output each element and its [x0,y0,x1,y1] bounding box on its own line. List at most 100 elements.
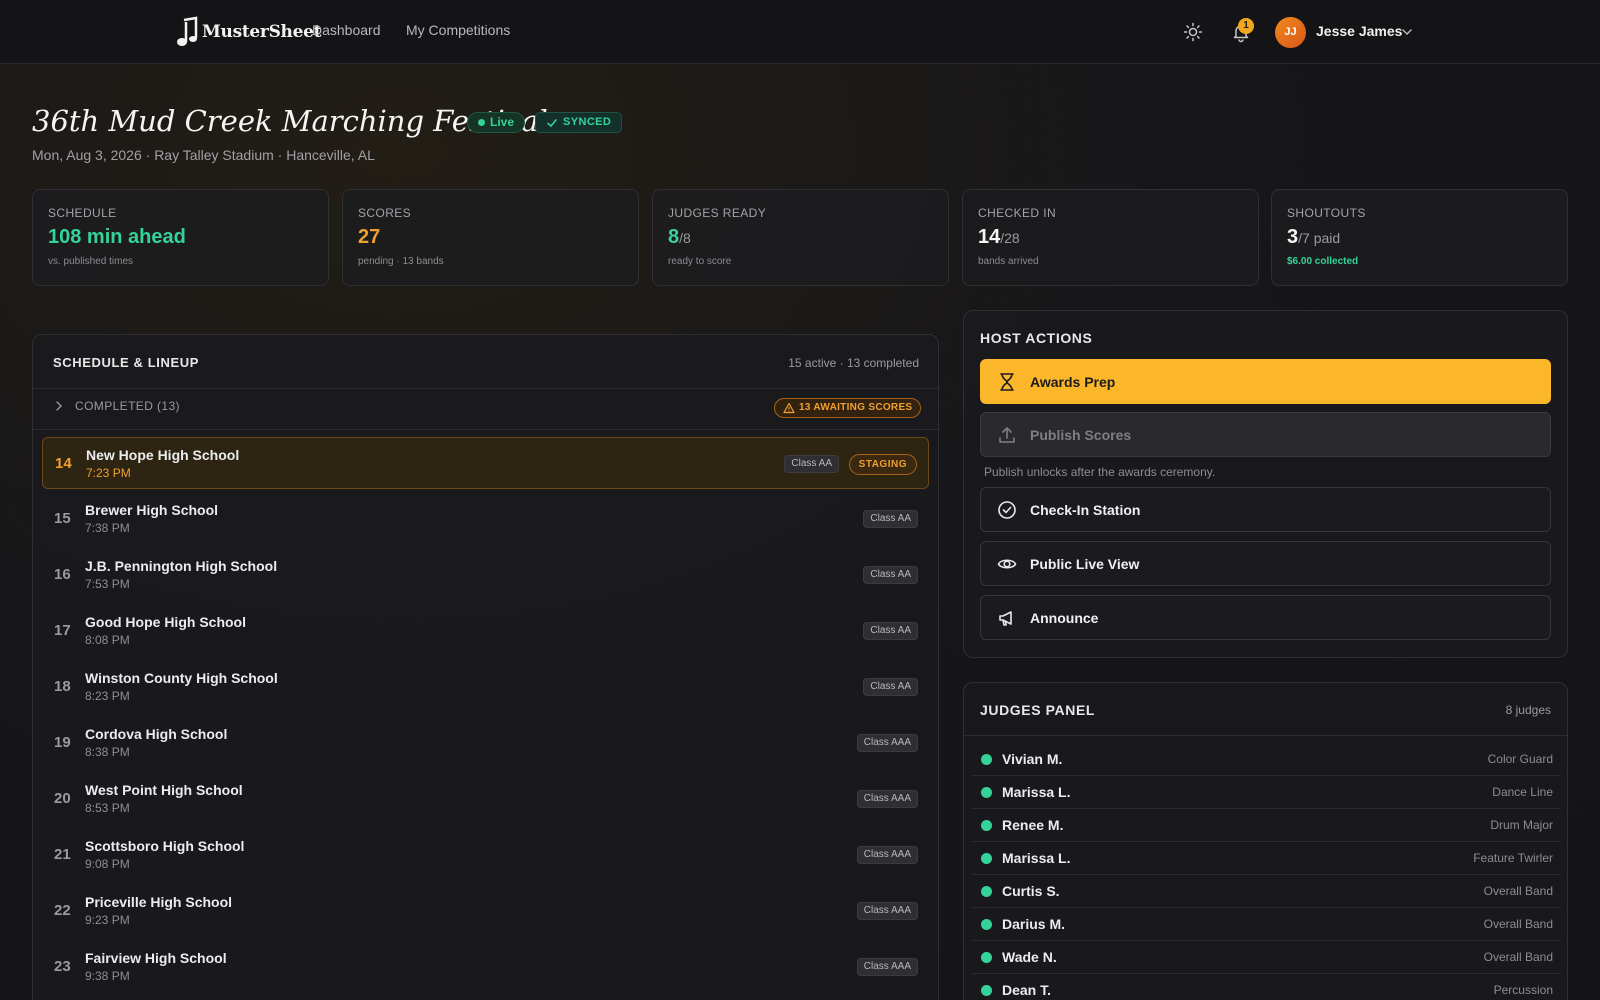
stat-value: 14/28 [978,226,1020,248]
upload-icon [999,427,1015,443]
app-logo[interactable]: MusterSheet [176,14,322,50]
theme-toggle-sun-icon[interactable] [1183,22,1203,42]
awaiting-label: 13 AWAITING SCORES [799,402,913,413]
synced-label: SYNCED [563,116,612,128]
avatar[interactable]: JJ [1275,17,1306,48]
online-status-dot [981,952,992,963]
judge-row[interactable]: Wade N. Overall Band [972,941,1561,974]
top-bar: MusterSheet Dashboard My Competitions 1 … [0,0,1600,64]
performance-order: 22 [54,902,71,919]
live-dot-icon [478,119,485,126]
lineup-row[interactable]: 18 Winston County High School 8:23 PM Cl… [42,661,929,713]
judge-row[interactable]: Dean T. Percussion [972,974,1561,1000]
band-name: Fairview High School [85,950,227,966]
live-status-badge: Live [467,112,526,133]
judge-caption: Percussion [1493,983,1553,997]
judge-row[interactable]: Renee M. Drum Major [972,809,1561,842]
class-badge: Class AA [784,455,839,473]
class-badge: Class AAA [856,790,918,808]
lineup-row[interactable]: 19 Cordova High School 8:38 PM Class AAA [42,717,929,769]
music-note-icon [177,16,198,46]
online-status-dot [981,820,992,831]
judge-row[interactable]: Vivian M. Color Guard [972,743,1561,776]
stat-value: 27 [358,226,381,248]
schedule-lineup-panel: SCHEDULE & LINEUP 15 active · 13 complet… [32,334,939,1000]
stat-value: 108 min ahead [48,226,186,248]
band-name: Priceville High School [85,894,233,910]
schedule-meta: 15 active · 13 completed [788,356,919,370]
performance-order: 15 [54,510,71,527]
lineup-row[interactable]: 21 Scottsboro High School 9:08 PM Class … [42,829,929,881]
notification-count-badge: 1 [1238,18,1254,34]
divider [964,735,1567,736]
completed-label: COMPLETED (13) [75,399,180,413]
judge-caption: Overall Band [1483,884,1553,898]
class-badge: Class AAA [856,958,918,976]
judge-row[interactable]: Marissa L. Dance Line [972,776,1561,809]
publish-scores-button[interactable]: Publish Scores [980,412,1551,457]
user-name[interactable]: Jesse James [1316,23,1402,39]
judge-caption: Feature Twirler [1473,851,1553,865]
stat-sub: pending · 13 bands [358,256,444,267]
publish-scores-label: Publish Scores [1030,427,1132,443]
performance-order: 16 [54,566,71,583]
performance-order: 20 [54,790,71,807]
nav-my-competitions[interactable]: My Competitions [406,22,510,38]
performance-time: 7:38 PM [85,521,130,535]
judge-caption: Dance Line [1492,785,1553,799]
check-in-station-button[interactable]: Check-In Station [980,487,1551,532]
check-in-station-label: Check-In Station [1030,502,1141,518]
warning-icon [783,402,795,414]
band-name: Winston County High School [85,670,278,686]
online-status-dot [981,853,992,864]
lineup-row[interactable]: 16 J.B. Pennington High School 7:53 PM C… [42,549,929,601]
judge-caption: Drum Major [1490,818,1553,832]
performance-time: 7:23 PM [86,466,131,480]
class-badge: Class AA [863,566,918,584]
lineup-row[interactable]: 15 Brewer High School 7:38 PM Class AA [42,493,929,545]
judge-caption: Overall Band [1483,950,1553,964]
announce-button[interactable]: Announce [980,595,1551,640]
band-name: Good Hope High School [85,614,246,630]
synced-status-badge: SYNCED [535,112,623,133]
judge-row[interactable]: Darius M. Overall Band [972,908,1561,941]
chevron-down-icon[interactable] [1400,25,1414,39]
judge-name: Renee M. [1002,817,1064,833]
band-name: Cordova High School [85,726,228,742]
lineup-row[interactable]: 14 New Hope High School 7:23 PM Class AA… [42,437,929,489]
judge-name: Marissa L. [1002,850,1071,866]
performance-time: 9:23 PM [85,913,130,927]
staging-status-badge: STAGING [848,454,917,475]
stat-sub: $6.00 collected [1287,256,1359,267]
lineup-row[interactable]: 23 Fairview High School 9:38 PM Class AA… [42,941,929,993]
band-name: Scottsboro High School [85,838,245,854]
lineup-row[interactable]: 22 Priceville High School 9:23 PM Class … [42,885,929,937]
performance-time: 8:23 PM [85,689,130,703]
lineup-row[interactable]: 20 West Point High School 8:53 PM Class … [42,773,929,825]
publish-note: Publish unlocks after the awards ceremon… [984,465,1216,479]
band-name: West Point High School [85,782,243,798]
performance-time: 9:08 PM [85,857,130,871]
performance-order: 14 [55,455,72,472]
lineup-row[interactable]: 17 Good Hope High School 8:08 PM Class A… [42,605,929,657]
completed-toggle[interactable]: COMPLETED (13) [53,399,180,413]
judge-name: Darius M. [1002,916,1066,932]
chevron-right-icon [56,401,62,411]
nav-dashboard[interactable]: Dashboard [312,22,381,38]
eye-icon [997,559,1017,569]
stat-sub: ready to score [668,256,732,267]
divider [33,388,938,389]
performance-time: 8:53 PM [85,801,130,815]
stat-label: JUDGES READY [668,206,767,220]
stat-card-judges-ready: JUDGES READY 8/8 ready to score [652,189,949,286]
awards-prep-button[interactable]: Awards Prep [980,359,1551,404]
host-actions-title: HOST ACTIONS [980,330,1093,346]
live-label: Live [490,115,515,129]
public-live-view-button[interactable]: Public Live View [980,541,1551,586]
judges-panel: JUDGES PANEL 8 judges Vivian M. Color Gu… [963,682,1568,1000]
awaiting-scores-badge: 13 AWAITING SCORES [774,398,922,418]
stat-label: SHOUTOUTS [1287,206,1366,220]
performance-order: 23 [54,958,71,975]
judge-row[interactable]: Curtis S. Overall Band [972,875,1561,908]
judge-row[interactable]: Marissa L. Feature Twirler [972,842,1561,875]
